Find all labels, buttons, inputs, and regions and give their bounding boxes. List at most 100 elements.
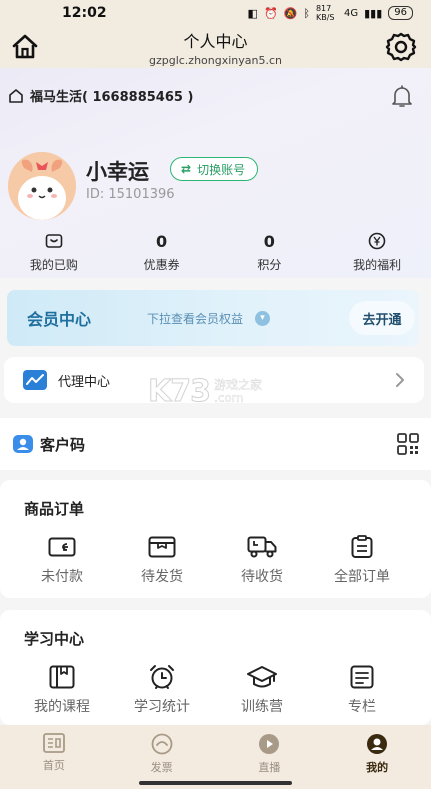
home-indicator xyxy=(139,781,292,785)
title-bar: 个人中心 gzpglc.zhongxinyan5.cn xyxy=(0,26,431,68)
live-tab-icon xyxy=(259,734,280,754)
agent-center-label: 代理中心 xyxy=(58,374,111,390)
watermark-text: 游戏之家 .com xyxy=(214,377,263,405)
column-icon xyxy=(350,665,374,689)
vip-activate-button[interactable]: 去开通 xyxy=(349,301,415,335)
order-unpaid[interactable]: 未付款 xyxy=(12,534,112,586)
tab-invoice[interactable]: 发票 xyxy=(108,725,216,789)
watermark-line2: .com xyxy=(214,390,244,405)
order-to-ship[interactable]: 待发货 xyxy=(112,534,212,586)
shop-name: 福马生活( 1668885465 ) xyxy=(30,90,194,105)
study-label: 我的课程 xyxy=(34,699,90,715)
box-icon xyxy=(148,536,176,558)
page-title: 个人中心 xyxy=(183,31,248,51)
vip-card[interactable]: 会员中心 下拉查看会员权益 ▾ 去开通 xyxy=(7,290,419,346)
bottom-tab-bar: 首页 发票 直播 我的 xyxy=(0,725,431,789)
invoice-tab-icon xyxy=(151,733,173,755)
store-icon xyxy=(9,88,23,103)
notification-button[interactable] xyxy=(389,84,415,110)
signal-bars-icon: ▮▮▮ xyxy=(364,6,383,20)
switch-account-label: 切换账号 xyxy=(197,162,246,177)
stat-purchased[interactable]: 我的已购 xyxy=(0,230,108,280)
stat-label: 我的福利 xyxy=(353,258,402,272)
title-block: 个人中心 gzpglc.zhongxinyan5.cn xyxy=(149,28,282,67)
battery-indicator: 96 xyxy=(388,6,413,20)
avatar-character-image xyxy=(8,152,76,220)
customer-code-entry[interactable]: 客户码 xyxy=(0,418,431,470)
order-to-receive[interactable]: 待收货 xyxy=(212,534,312,586)
customer-code-label: 客户码 xyxy=(40,435,86,454)
shop-selector[interactable]: 福马生活( 1668885465 ) xyxy=(8,86,193,105)
orders-section: 商品订单 未付款 待发货 待收货 全部订单 xyxy=(0,480,431,598)
bell-icon xyxy=(392,85,412,107)
tab-home[interactable]: 首页 xyxy=(0,725,108,789)
vip-title: 会员中心 xyxy=(27,310,92,329)
tab-profile[interactable]: 我的 xyxy=(323,725,431,789)
stat-benefits[interactable]: 我的福利 xyxy=(323,230,431,280)
watermark: K73 游戏之家 .com xyxy=(148,374,263,410)
order-label: 全部订单 xyxy=(334,569,390,585)
bluetooth-icon: ᛒ xyxy=(303,6,310,20)
username: 小幸运 xyxy=(86,160,149,184)
home-button[interactable] xyxy=(10,32,40,62)
study-label: 训练营 xyxy=(241,699,283,715)
watermark-line1: 游戏之家 xyxy=(214,377,263,392)
stat-label: 优惠券 xyxy=(143,258,180,272)
alarm-icon: ⏰ xyxy=(263,6,278,20)
tab-label: 首页 xyxy=(42,759,65,772)
settings-button[interactable] xyxy=(385,31,417,63)
stat-value: 0 xyxy=(156,231,168,251)
tab-label: 直播 xyxy=(258,761,281,774)
study-my-courses[interactable]: 我的课程 xyxy=(12,664,112,716)
status-time: 12:02 xyxy=(62,5,107,21)
mute-icon: 🔕 xyxy=(283,6,298,20)
status-bar: 12:02 ◧ ⏰ 🔕 ᛒ 817 KB/S 4G ▮▮▮ 96 xyxy=(0,0,431,26)
alarm-clock-icon xyxy=(150,665,174,689)
profile-tab-icon xyxy=(367,734,388,754)
order-label: 待发货 xyxy=(141,569,183,585)
card-icon xyxy=(48,537,76,557)
study-label: 学习统计 xyxy=(134,699,190,715)
tab-live[interactable]: 直播 xyxy=(216,725,324,789)
study-camp[interactable]: 训练营 xyxy=(212,664,312,716)
order-label: 未付款 xyxy=(41,569,83,585)
user-badge-icon xyxy=(13,435,33,453)
chevron-down-icon: ▾ xyxy=(255,310,271,326)
qr-code-icon xyxy=(397,433,419,455)
avatar[interactable] xyxy=(8,152,76,220)
tab-label: 我的 xyxy=(366,761,389,774)
tab-label: 发票 xyxy=(150,761,173,774)
gear-icon xyxy=(385,32,417,62)
orders-grid: 未付款 待发货 待收货 全部订单 xyxy=(0,534,431,586)
chevron-right-icon xyxy=(396,373,404,387)
wallet-icon xyxy=(45,234,63,248)
stats-row: 我的已购 0 优惠券 0 积分 我的福利 xyxy=(0,230,431,280)
net-speed: 817 KB/S xyxy=(315,4,335,22)
orders-title: 商品订单 xyxy=(24,500,85,518)
swap-icon: ⇄ xyxy=(181,162,192,176)
truck-icon xyxy=(247,536,277,558)
order-label: 待收货 xyxy=(241,569,283,585)
study-title: 学习中心 xyxy=(24,630,85,648)
switch-account-button[interactable]: ⇄ 切换账号 xyxy=(170,157,259,181)
watermark-brand: K73 xyxy=(148,374,212,410)
nfc-icon: ◧ xyxy=(247,6,258,20)
study-column[interactable]: 专栏 xyxy=(312,664,412,716)
study-label: 专栏 xyxy=(348,699,376,715)
yuan-coin-icon xyxy=(368,232,386,250)
stat-label: 积分 xyxy=(257,258,282,272)
study-section: 学习中心 我的课程 学习统计 训练营 专栏 xyxy=(0,610,431,725)
home-icon xyxy=(12,34,38,59)
vip-tip: 下拉查看会员权益 xyxy=(147,311,244,326)
clipboard-icon xyxy=(351,535,373,558)
stat-points[interactable]: 0 积分 xyxy=(216,230,324,280)
status-icons: ◧ ⏰ 🔕 ᛒ 817 KB/S 4G ▮▮▮ 96 xyxy=(248,4,413,22)
user-id: ID: 15101396 xyxy=(86,187,175,202)
signal-label: 4G xyxy=(343,7,359,19)
home-tab-icon xyxy=(42,733,65,753)
study-stats[interactable]: 学习统计 xyxy=(112,664,212,716)
order-all[interactable]: 全部订单 xyxy=(312,534,412,586)
study-grid: 我的课程 学习统计 训练营 专栏 xyxy=(0,664,431,716)
stat-coupons[interactable]: 0 优惠券 xyxy=(108,230,216,280)
stat-label: 我的已购 xyxy=(29,258,78,272)
